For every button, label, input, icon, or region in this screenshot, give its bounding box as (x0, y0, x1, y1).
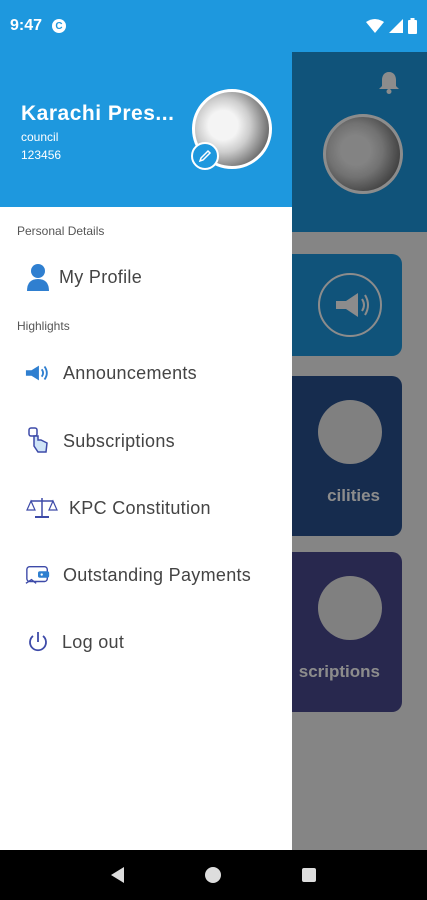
megaphone-icon (25, 360, 51, 386)
section-label-personal: Personal Details (17, 224, 105, 238)
status-time: 9:47 (10, 17, 43, 34)
home-button[interactable] (204, 867, 221, 883)
status-bar: 9:47 C (0, 0, 427, 52)
battery-icon (408, 18, 417, 34)
navigation-drawer: Karachi Pres... council 123456 Personal … (0, 52, 292, 850)
section-label-highlights: Highlights (17, 319, 70, 333)
menu-item-subscriptions[interactable]: Subscriptions (0, 419, 292, 463)
user-id: 123456 (21, 148, 62, 162)
menu-label: Announcements (63, 362, 197, 383)
user-name: Karachi Pres... (21, 102, 175, 125)
power-icon (25, 629, 51, 655)
menu-label: My Profile (59, 266, 143, 287)
user-role: council (21, 130, 59, 144)
recents-button[interactable] (302, 868, 317, 882)
back-button[interactable] (110, 867, 124, 883)
menu-item-outstanding-payments[interactable]: Outstanding Payments (0, 553, 292, 597)
signal-icon (389, 19, 403, 33)
menu-item-logout[interactable]: Log out (0, 620, 292, 664)
person-icon (25, 264, 51, 291)
drawer-header: Karachi Pres... council 123456 (0, 52, 292, 207)
wifi-icon (366, 19, 384, 33)
wallet-icon (25, 562, 51, 588)
menu-label: Subscriptions (63, 430, 175, 451)
menu-label: KPC Constitution (69, 497, 211, 518)
menu-label: Log out (62, 631, 125, 652)
menu-item-kpc-constitution[interactable]: KPC Constitution (0, 486, 292, 530)
hand-pointer-icon (25, 427, 51, 454)
edit-avatar-button[interactable] (191, 142, 219, 170)
menu-item-announcements[interactable]: Announcements (0, 351, 292, 395)
scales-icon (26, 495, 58, 521)
notification-app-icon: C (52, 19, 67, 33)
pencil-icon (198, 149, 212, 163)
status-icons (366, 18, 417, 34)
system-nav-bar (0, 850, 427, 900)
menu-label: Outstanding Payments (63, 564, 252, 585)
menu-item-my-profile[interactable]: My Profile (0, 255, 292, 299)
